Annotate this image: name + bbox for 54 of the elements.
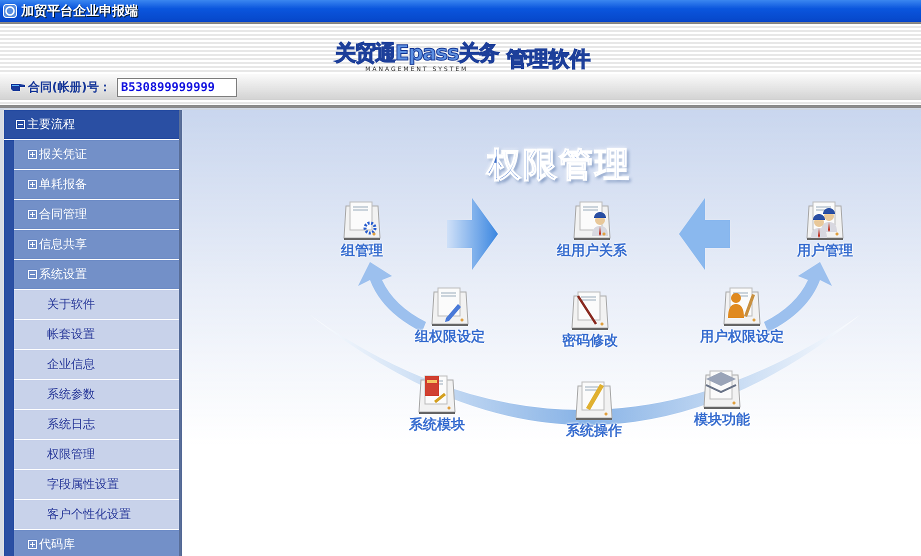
tree-item[interactable]: 报关凭证 bbox=[14, 140, 179, 170]
tree-item-label: 企业信息 bbox=[47, 356, 95, 373]
window-title: 加贸平台企业申报端 bbox=[21, 2, 138, 20]
logo-product: 管理软件 bbox=[506, 46, 591, 73]
expand-icon[interactable] bbox=[28, 180, 37, 189]
function-link[interactable]: 用户权限设定 bbox=[700, 328, 784, 346]
tree-item[interactable]: 帐套设置 bbox=[14, 320, 179, 350]
tree-item[interactable]: 单耗报备 bbox=[14, 170, 179, 200]
contract-label: 合同(帐册)号： bbox=[28, 78, 111, 96]
tree-item[interactable]: 代码库 bbox=[14, 530, 179, 556]
tree-item-label: 关于软件 bbox=[47, 296, 95, 313]
logo-brand: 关贸通Epass关务 bbox=[335, 40, 499, 66]
collapse-icon[interactable] bbox=[28, 270, 37, 279]
function-link[interactable]: 用户管理 bbox=[797, 242, 853, 260]
function-link[interactable]: 系统模块 bbox=[409, 416, 465, 434]
tree-item[interactable]: 合同管理 bbox=[14, 200, 179, 230]
tree-item-label: 信息共享 bbox=[39, 236, 87, 253]
right-arrow-icon bbox=[447, 198, 498, 270]
function-link[interactable]: 组权限设定 bbox=[415, 328, 485, 346]
expand-icon[interactable] bbox=[28, 210, 37, 219]
app-logo-icon bbox=[3, 4, 17, 18]
tree-item[interactable]: 企业信息 bbox=[14, 350, 179, 380]
tree-item[interactable]: 权限管理 bbox=[14, 440, 179, 470]
function-link[interactable]: 组管理 bbox=[341, 242, 383, 260]
tree-item[interactable]: 系统日志 bbox=[14, 410, 179, 440]
tree-item[interactable]: 系统参数 bbox=[14, 380, 179, 410]
tree-item[interactable]: 关于软件 bbox=[14, 290, 179, 320]
tree-item-label: 权限管理 bbox=[47, 446, 95, 463]
pointing-hand-icon bbox=[10, 82, 26, 92]
tree-item-label: 字段属性设置 bbox=[47, 476, 119, 493]
tree-item-label: 报关凭证 bbox=[39, 146, 87, 163]
left-arrow-icon bbox=[679, 198, 730, 270]
function-link[interactable]: 系统操作 bbox=[566, 422, 622, 440]
tree-item-label: 主要流程 bbox=[27, 116, 75, 133]
expand-icon[interactable] bbox=[28, 540, 37, 549]
contract-field[interactable]: B530899999999 bbox=[116, 78, 237, 96]
function-link[interactable]: 组用户关系 bbox=[557, 242, 627, 260]
function-link[interactable]: 模块功能 bbox=[694, 411, 750, 429]
tree-item-label: 单耗报备 bbox=[39, 176, 87, 193]
tree-item-label: 系统参数 bbox=[47, 386, 95, 403]
collapse-icon[interactable] bbox=[16, 120, 25, 129]
tree-item-label: 系统日志 bbox=[47, 416, 95, 433]
expand-icon[interactable] bbox=[28, 240, 37, 249]
tree-item[interactable]: 字段属性设置 bbox=[14, 470, 179, 500]
tree-item-label: 系统设置 bbox=[39, 266, 87, 283]
tree-item[interactable]: 系统设置 bbox=[14, 260, 179, 290]
tree-item[interactable]: 信息共享 bbox=[14, 230, 179, 260]
tree-item-label: 客户个性化设置 bbox=[47, 506, 131, 523]
function-link[interactable]: 密码修改 bbox=[562, 332, 618, 350]
tree-item-label: 帐套设置 bbox=[47, 326, 95, 343]
tree-item[interactable]: 客户个性化设置 bbox=[14, 500, 179, 530]
tree-item-label: 合同管理 bbox=[39, 206, 87, 223]
tree-item-label: 代码库 bbox=[39, 536, 75, 553]
expand-icon[interactable] bbox=[28, 150, 37, 159]
